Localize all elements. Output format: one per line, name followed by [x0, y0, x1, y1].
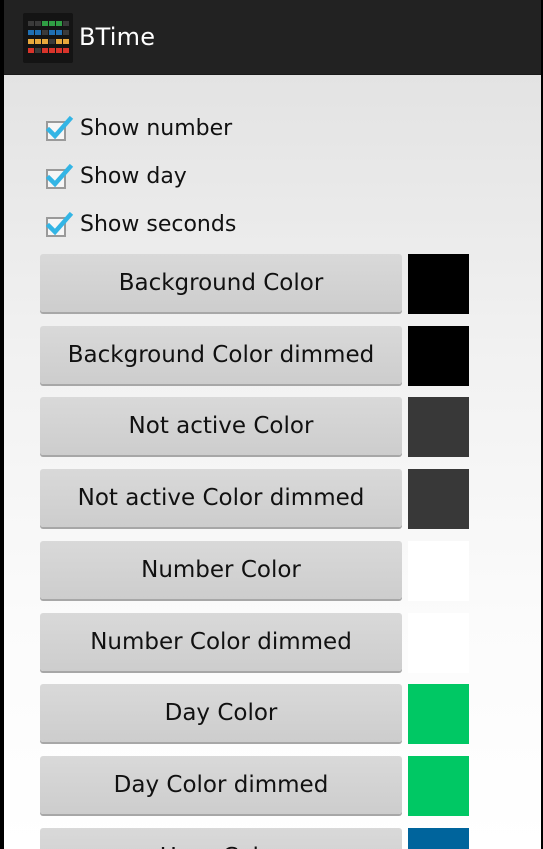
color-row-not-active: Not active Color [40, 397, 470, 457]
background-color-swatch [408, 254, 469, 314]
icon-cell [56, 48, 62, 53]
number-color-dimmed-swatch [408, 613, 469, 673]
day-color-swatch [408, 684, 469, 744]
icon-cell [56, 30, 62, 35]
icon-cell [49, 39, 55, 44]
icon-cell [49, 21, 55, 26]
icon-cell [35, 30, 41, 35]
checkbox-label: Show day [80, 164, 187, 189]
color-row-hour: Hour Color [40, 828, 470, 849]
color-row-background-dimmed: Background Color dimmed [40, 326, 470, 386]
color-row-not-active-dimmed: Not active Color dimmed [40, 469, 470, 529]
checkmark-icon [45, 115, 74, 140]
checkbox-label: Show number [80, 116, 233, 141]
icon-cell [35, 48, 41, 53]
icon-cell [63, 21, 69, 26]
checkbox-label: Show seconds [80, 212, 237, 237]
checkmark-icon [45, 211, 74, 236]
color-row-day-dimmed: Day Color dimmed [40, 756, 470, 816]
icon-cell [28, 30, 34, 35]
icon-cell [42, 30, 48, 35]
icon-cell [42, 21, 48, 26]
icon-cell [42, 39, 48, 44]
checkbox-show-number[interactable] [44, 115, 74, 142]
icon-cell [42, 48, 48, 53]
checkbox-row-show-day[interactable]: Show day [44, 160, 187, 194]
app-title: BTime [79, 23, 156, 51]
day-color-button[interactable]: Day Color [40, 684, 402, 742]
color-row-number: Number Color [40, 541, 470, 601]
btime-app-icon [23, 13, 73, 63]
icon-cell [28, 39, 34, 44]
device-frame: BTime Show number Show day Show seconds … [0, 0, 543, 849]
number-color-swatch [408, 541, 469, 601]
background-color-dimmed-button[interactable]: Background Color dimmed [40, 326, 402, 384]
checkbox-show-day[interactable] [44, 163, 74, 190]
checkmark-icon [45, 163, 74, 188]
icon-cell [56, 39, 62, 44]
number-color-dimmed-button[interactable]: Number Color dimmed [40, 613, 402, 671]
icon-cell [63, 39, 69, 44]
background-color-dimmed-swatch [408, 326, 469, 386]
not-active-color-button[interactable]: Not active Color [40, 397, 402, 455]
icon-cell [63, 48, 69, 53]
day-color-dimmed-button[interactable]: Day Color dimmed [40, 756, 402, 814]
icon-cell [49, 48, 55, 53]
color-row-number-dimmed: Number Color dimmed [40, 613, 470, 673]
action-bar: BTime [4, 0, 541, 75]
not-active-color-dimmed-button[interactable]: Not active Color dimmed [40, 469, 402, 527]
icon-cell [63, 30, 69, 35]
color-row-background: Background Color [40, 254, 470, 314]
checkbox-row-show-seconds[interactable]: Show seconds [44, 208, 236, 242]
checkbox-row-show-number[interactable]: Show number [44, 112, 232, 146]
hour-color-swatch [408, 828, 469, 849]
day-color-dimmed-swatch [408, 756, 469, 816]
not-active-color-swatch [408, 397, 469, 457]
icon-cell [28, 21, 34, 26]
icon-cell [35, 21, 41, 26]
hour-color-button[interactable]: Hour Color [40, 828, 402, 849]
not-active-color-dimmed-swatch [408, 469, 469, 529]
icon-cell [56, 21, 62, 26]
background-color-button[interactable]: Background Color [40, 254, 402, 312]
settings-content: Show number Show day Show seconds Backgr… [4, 75, 541, 849]
color-row-day: Day Color [40, 684, 470, 744]
icon-cell [49, 30, 55, 35]
icon-cell [35, 39, 41, 44]
number-color-button[interactable]: Number Color [40, 541, 402, 599]
checkbox-show-seconds[interactable] [44, 211, 74, 238]
icon-cell [28, 48, 34, 53]
